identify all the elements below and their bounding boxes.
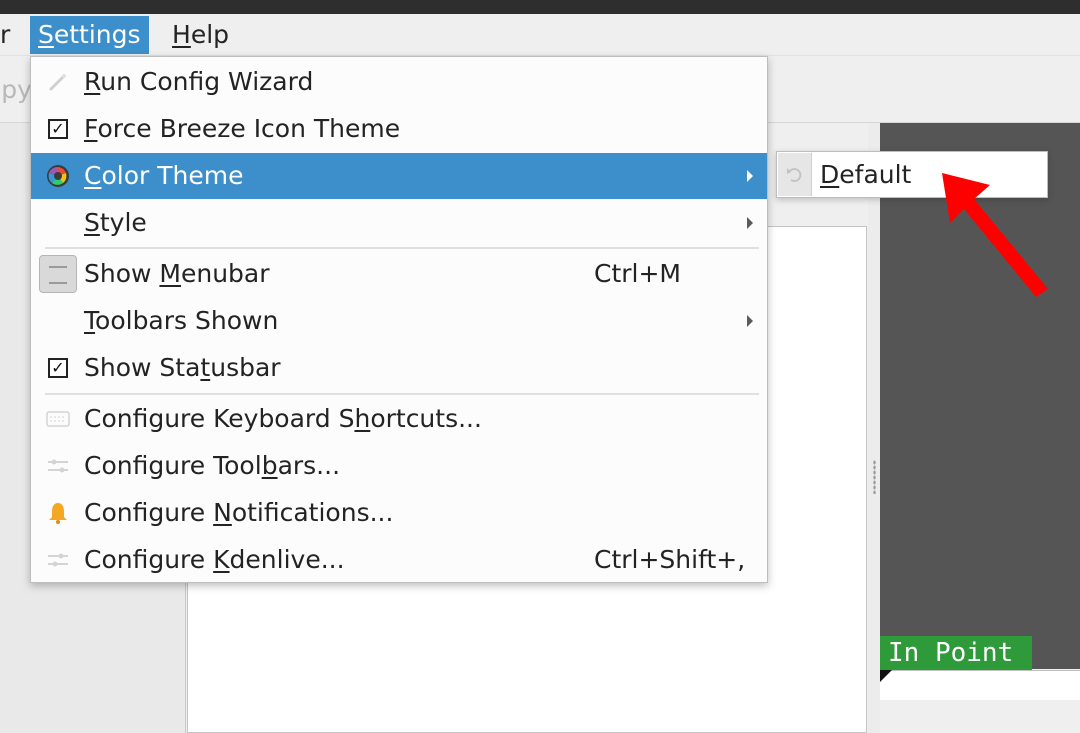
menu-item-configure-keyboard-shortcuts[interactable]: Configure Keyboard Shortcuts... [31, 396, 767, 442]
menu-item-configure-notifications[interactable]: Configure Notifications... [31, 490, 767, 536]
red-arrow-annotation [942, 173, 1048, 297]
menubar-icon [39, 255, 77, 293]
in-point-marker [880, 670, 892, 682]
panel-splitter[interactable] [868, 123, 880, 733]
menu-item-show-menubar[interactable]: Show Menubar Ctrl+M [31, 251, 767, 297]
wand-icon [45, 69, 71, 95]
submenu-item-default[interactable]: Default [820, 152, 911, 197]
settings-menu: Run Config Wizard ✓ Force Breeze Icon Th… [30, 56, 768, 583]
submenu-arrow-icon [747, 315, 753, 327]
shortcut-label: Ctrl+Shift+, [594, 545, 746, 574]
monitor-ruler[interactable] [880, 670, 1080, 700]
menu-item-toolbars-shown[interactable]: Toolbars Shown [31, 298, 767, 344]
submenu-arrow-icon [747, 170, 753, 182]
configure-icon [45, 547, 71, 573]
menu-item-run-config-wizard[interactable]: Run Config Wizard [31, 59, 767, 105]
splitter-grip[interactable] [873, 460, 876, 494]
bell-icon [45, 500, 71, 526]
menu-item-color-theme[interactable]: Color Theme [31, 153, 767, 199]
color-wheel-icon [45, 163, 71, 189]
menu-item-style[interactable]: Style [31, 200, 767, 246]
menu-item-configure-toolbars[interactable]: Configure Toolbars... [31, 443, 767, 489]
menu-item-show-statusbar[interactable]: ✓ Show Statusbar [31, 345, 767, 391]
checkbox-checked[interactable]: ✓ [48, 119, 68, 139]
menu-settings[interactable]: Settings [30, 16, 149, 54]
menu-separator [45, 393, 759, 395]
menu-separator [45, 247, 759, 249]
menu-view-partial[interactable]: r [0, 16, 18, 54]
toolbar-copy-button[interactable]: opy [0, 75, 32, 104]
menubar: r Settings Help [0, 14, 1080, 56]
toolbars-icon [45, 453, 71, 479]
checkbox-checked[interactable]: ✓ [48, 358, 68, 378]
menu-help[interactable]: Help [164, 16, 237, 54]
shortcut-label: Ctrl+M [594, 259, 681, 288]
monitor-controls-bar [880, 700, 1080, 733]
keyboard-icon [45, 406, 71, 432]
submenu-arrow-icon [747, 217, 753, 229]
window-title-strip [0, 0, 1080, 14]
menu-item-force-breeze-icon-theme[interactable]: ✓ Force Breeze Icon Theme [31, 106, 767, 152]
menu-item-configure-kdenlive[interactable]: Configure Kdenlive... Ctrl+Shift+, [31, 537, 767, 583]
in-point-label: In Point [880, 636, 1032, 670]
undo-icon [778, 153, 812, 196]
